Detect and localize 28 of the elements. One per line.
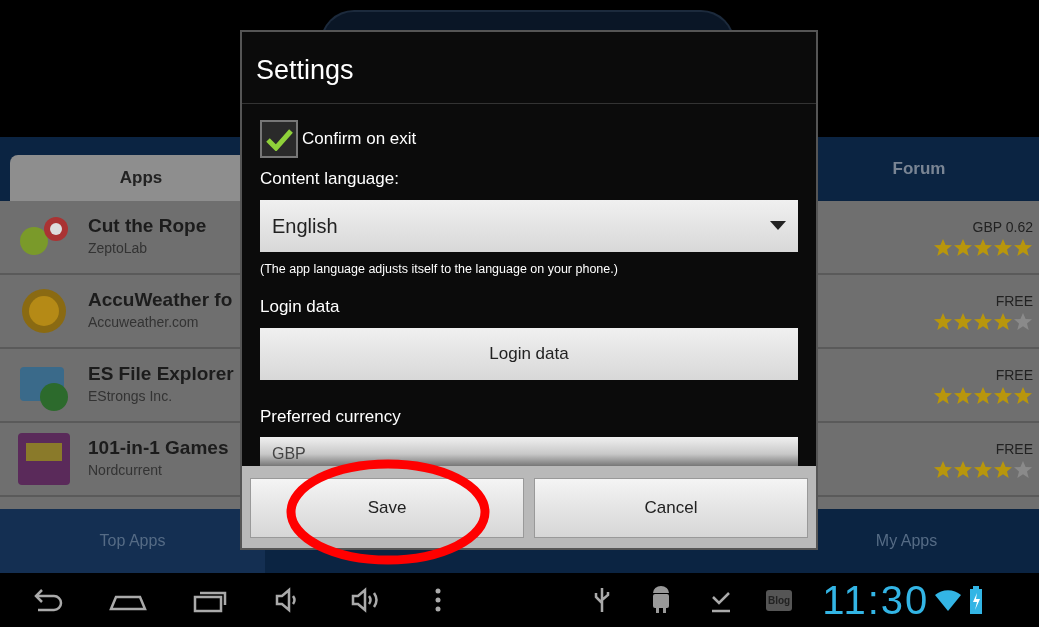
status-time: 11:30 [822, 580, 930, 620]
language-dropdown[interactable]: English [260, 199, 798, 252]
app-name: AccuWeather fo [88, 289, 233, 312]
currency-dropdown[interactable]: GBP [260, 437, 798, 466]
checkbox-label: Confirm on exit [302, 128, 417, 151]
app-name: Cut the Rope [88, 215, 207, 238]
app-price: FREE [995, 365, 1033, 385]
caret-icon [770, 220, 786, 231]
app-price: FREE [995, 439, 1033, 459]
usb-icon[interactable] [592, 585, 612, 615]
field-label: Preferred currency [260, 405, 402, 428]
save-button[interactable]: Save [250, 478, 524, 538]
battery-icon [969, 585, 984, 615]
language-note: (The app language adjusts itself to the language on your phone.) [260, 260, 619, 278]
confirm-checkbox[interactable] [260, 120, 298, 158]
app-price: GBP 0.62 [972, 217, 1033, 237]
app-developer: EStrongs Inc. [88, 386, 174, 406]
dialog-title: Settings [242, 32, 816, 104]
cancel-button[interactable]: Cancel [534, 478, 808, 538]
app-developer: ZeptoLab [88, 238, 149, 258]
app-developer: Nordcurrent [88, 460, 163, 480]
app-name: 101-in-1 Games [88, 437, 229, 460]
app-name: ES File Explorer [88, 363, 234, 386]
app-price: FREE [995, 291, 1033, 311]
login-data-button[interactable]: Login data [260, 327, 798, 380]
field-label: Login data [260, 296, 341, 319]
app-developer: Accuweather.com [88, 312, 200, 332]
volume-down-icon[interactable] [274, 585, 298, 615]
